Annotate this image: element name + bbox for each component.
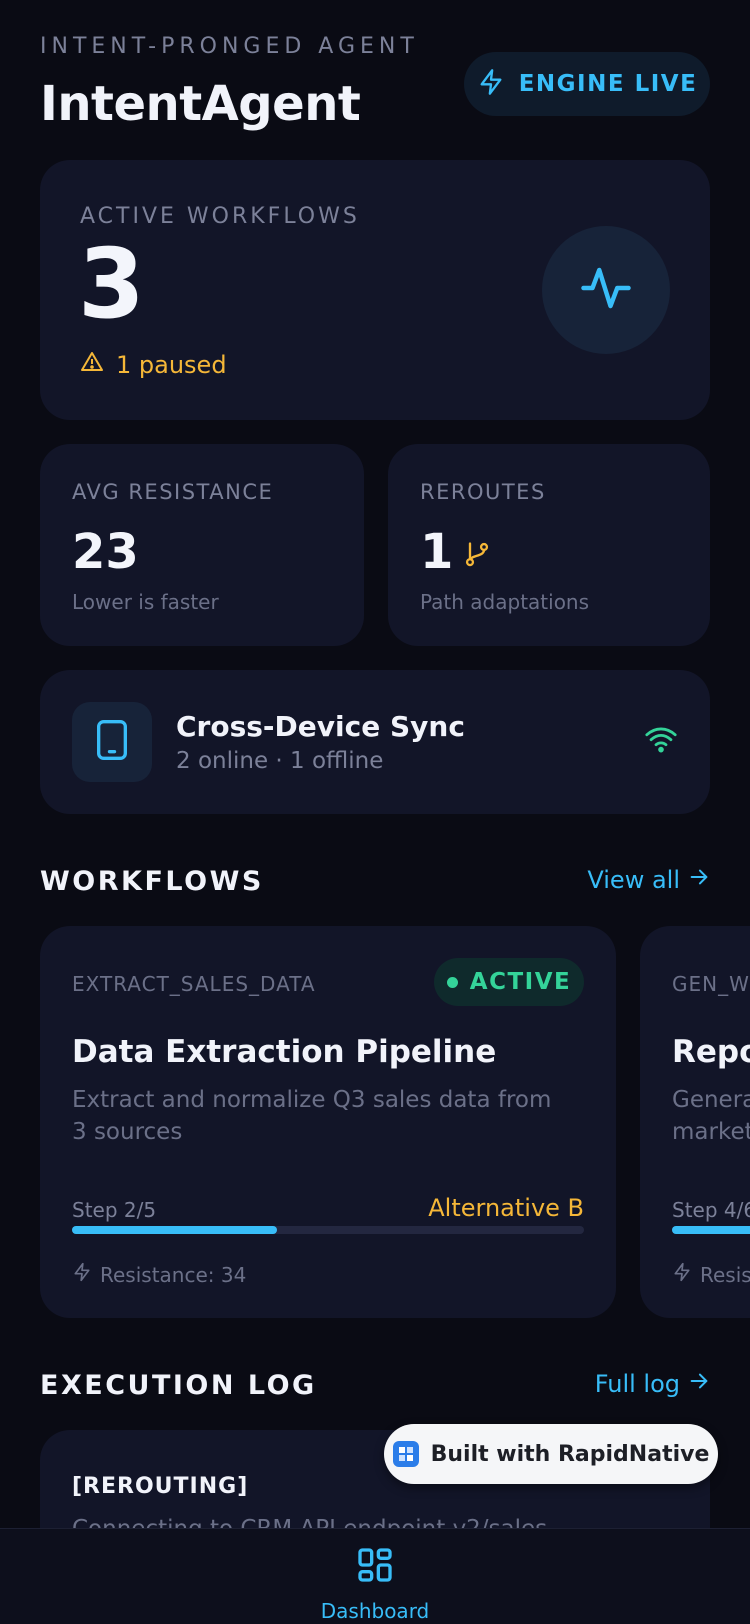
workflow-resistance: Resistance: 34 — [72, 1262, 246, 1287]
paused-count: 1 paused — [116, 351, 227, 379]
reroutes-label: REROUTES — [420, 480, 546, 504]
git-branch-icon — [463, 524, 491, 580]
dashboard-grid-icon — [355, 1545, 395, 1589]
activity-pulse-icon — [579, 261, 633, 319]
built-with-badge[interactable]: Built with RapidNative — [384, 1424, 718, 1484]
dashboard-screen: INTENT-PRONGED AGENT IntentAgent ENGINE … — [0, 0, 750, 1624]
activity-badge — [542, 226, 670, 354]
view-all-link[interactable]: View all — [587, 866, 710, 894]
status-label: ACTIVE — [469, 969, 572, 995]
workflow-card[interactable]: EXTRACT_SALES_DATA ACTIVE Data Extractio… — [40, 926, 616, 1318]
avg-resistance-label: AVG RESISTANCE — [72, 480, 274, 504]
active-workflows-label: ACTIVE WORKFLOWS — [80, 204, 360, 229]
warning-icon — [80, 350, 104, 380]
nav-label-dashboard: Dashboard — [320, 1599, 430, 1623]
reroutes-card[interactable]: REROUTES 1 Path adaptations — [388, 444, 710, 646]
app-eyebrow: INTENT-PRONGED AGENT — [40, 34, 419, 59]
log-entry-tag: [REROUTING] — [72, 1474, 249, 1499]
rapidnative-logo-icon — [392, 1441, 419, 1467]
resistance-label: Resistance: 34 — [100, 1262, 247, 1287]
workflow-title: Data Extraction Pipeline — [72, 1034, 497, 1070]
view-all-label: View all — [587, 866, 680, 894]
workflow-id: GEN_WE — [672, 972, 750, 996]
arrow-right-icon — [688, 866, 710, 894]
active-workflows-card[interactable]: ACTIVE WORKFLOWS 3 1 paused — [40, 160, 710, 420]
full-log-link[interactable]: Full log — [595, 1370, 710, 1398]
avg-resistance-value: 23 — [72, 524, 139, 580]
engine-status-label: ENGINE LIVE — [518, 71, 698, 97]
paused-indicator: 1 paused — [80, 350, 227, 380]
workflow-progress-bar — [72, 1226, 584, 1234]
lightning-icon — [477, 68, 505, 100]
execution-log-title: EXECUTION LOG — [40, 1370, 317, 1401]
workflow-step: Step 4/6 — [672, 1198, 750, 1222]
workflow-card[interactable]: GEN_WE Repo Genera market Step 4/6 Resis… — [640, 926, 750, 1318]
nav-item-dashboard[interactable]: Dashboard — [321, 1545, 429, 1623]
workflow-description: Genera market — [672, 1087, 750, 1145]
status-badge: ACTIVE — [434, 958, 584, 1006]
workflow-id: EXTRACT_SALES_DATA — [72, 972, 316, 996]
sync-status: 2 online · 1 offline — [176, 748, 384, 774]
resistance-label: Resist — [700, 1262, 750, 1287]
avg-resistance-number: 23 — [72, 524, 139, 580]
workflow-step: Step 2/5 — [72, 1198, 157, 1222]
sync-title: Cross-Device Sync — [176, 710, 465, 743]
bottom-nav: Dashboard — [0, 1528, 750, 1624]
device-icon-box — [72, 702, 152, 782]
workflow-progress-fill — [672, 1226, 750, 1234]
avg-resistance-card[interactable]: AVG RESISTANCE 23 Lower is faster — [40, 444, 364, 646]
workflows-section-title: WORKFLOWS — [40, 866, 264, 897]
cross-device-sync-card[interactable]: Cross-Device Sync 2 online · 1 offline — [40, 670, 710, 814]
built-with-label: Built with RapidNative — [430, 1441, 710, 1467]
lightning-icon — [672, 1262, 692, 1287]
arrow-right-icon — [688, 1370, 710, 1398]
page-title: IntentAgent — [40, 76, 361, 132]
engine-status-badge[interactable]: ENGINE LIVE — [464, 52, 710, 116]
wifi-icon — [644, 722, 678, 760]
reroutes-caption: Path adaptations — [420, 590, 590, 614]
full-log-label: Full log — [594, 1370, 680, 1398]
reroutes-number: 1 — [420, 524, 454, 580]
workflow-alternative: Alternative B — [428, 1194, 584, 1222]
workflow-progress-fill — [72, 1226, 277, 1234]
reroutes-value: 1 — [420, 524, 491, 580]
workflow-progress-bar — [672, 1226, 750, 1234]
status-dot — [446, 976, 458, 988]
workflow-description: Extract and normalize Q3 sales data from… — [72, 1087, 552, 1145]
workflow-title: Repo — [672, 1034, 750, 1070]
active-workflows-count: 3 — [78, 228, 145, 340]
avg-resistance-caption: Lower is faster — [72, 590, 219, 614]
lightning-icon — [72, 1262, 92, 1287]
workflow-resistance: Resist — [672, 1262, 750, 1287]
tablet-icon — [95, 720, 129, 764]
